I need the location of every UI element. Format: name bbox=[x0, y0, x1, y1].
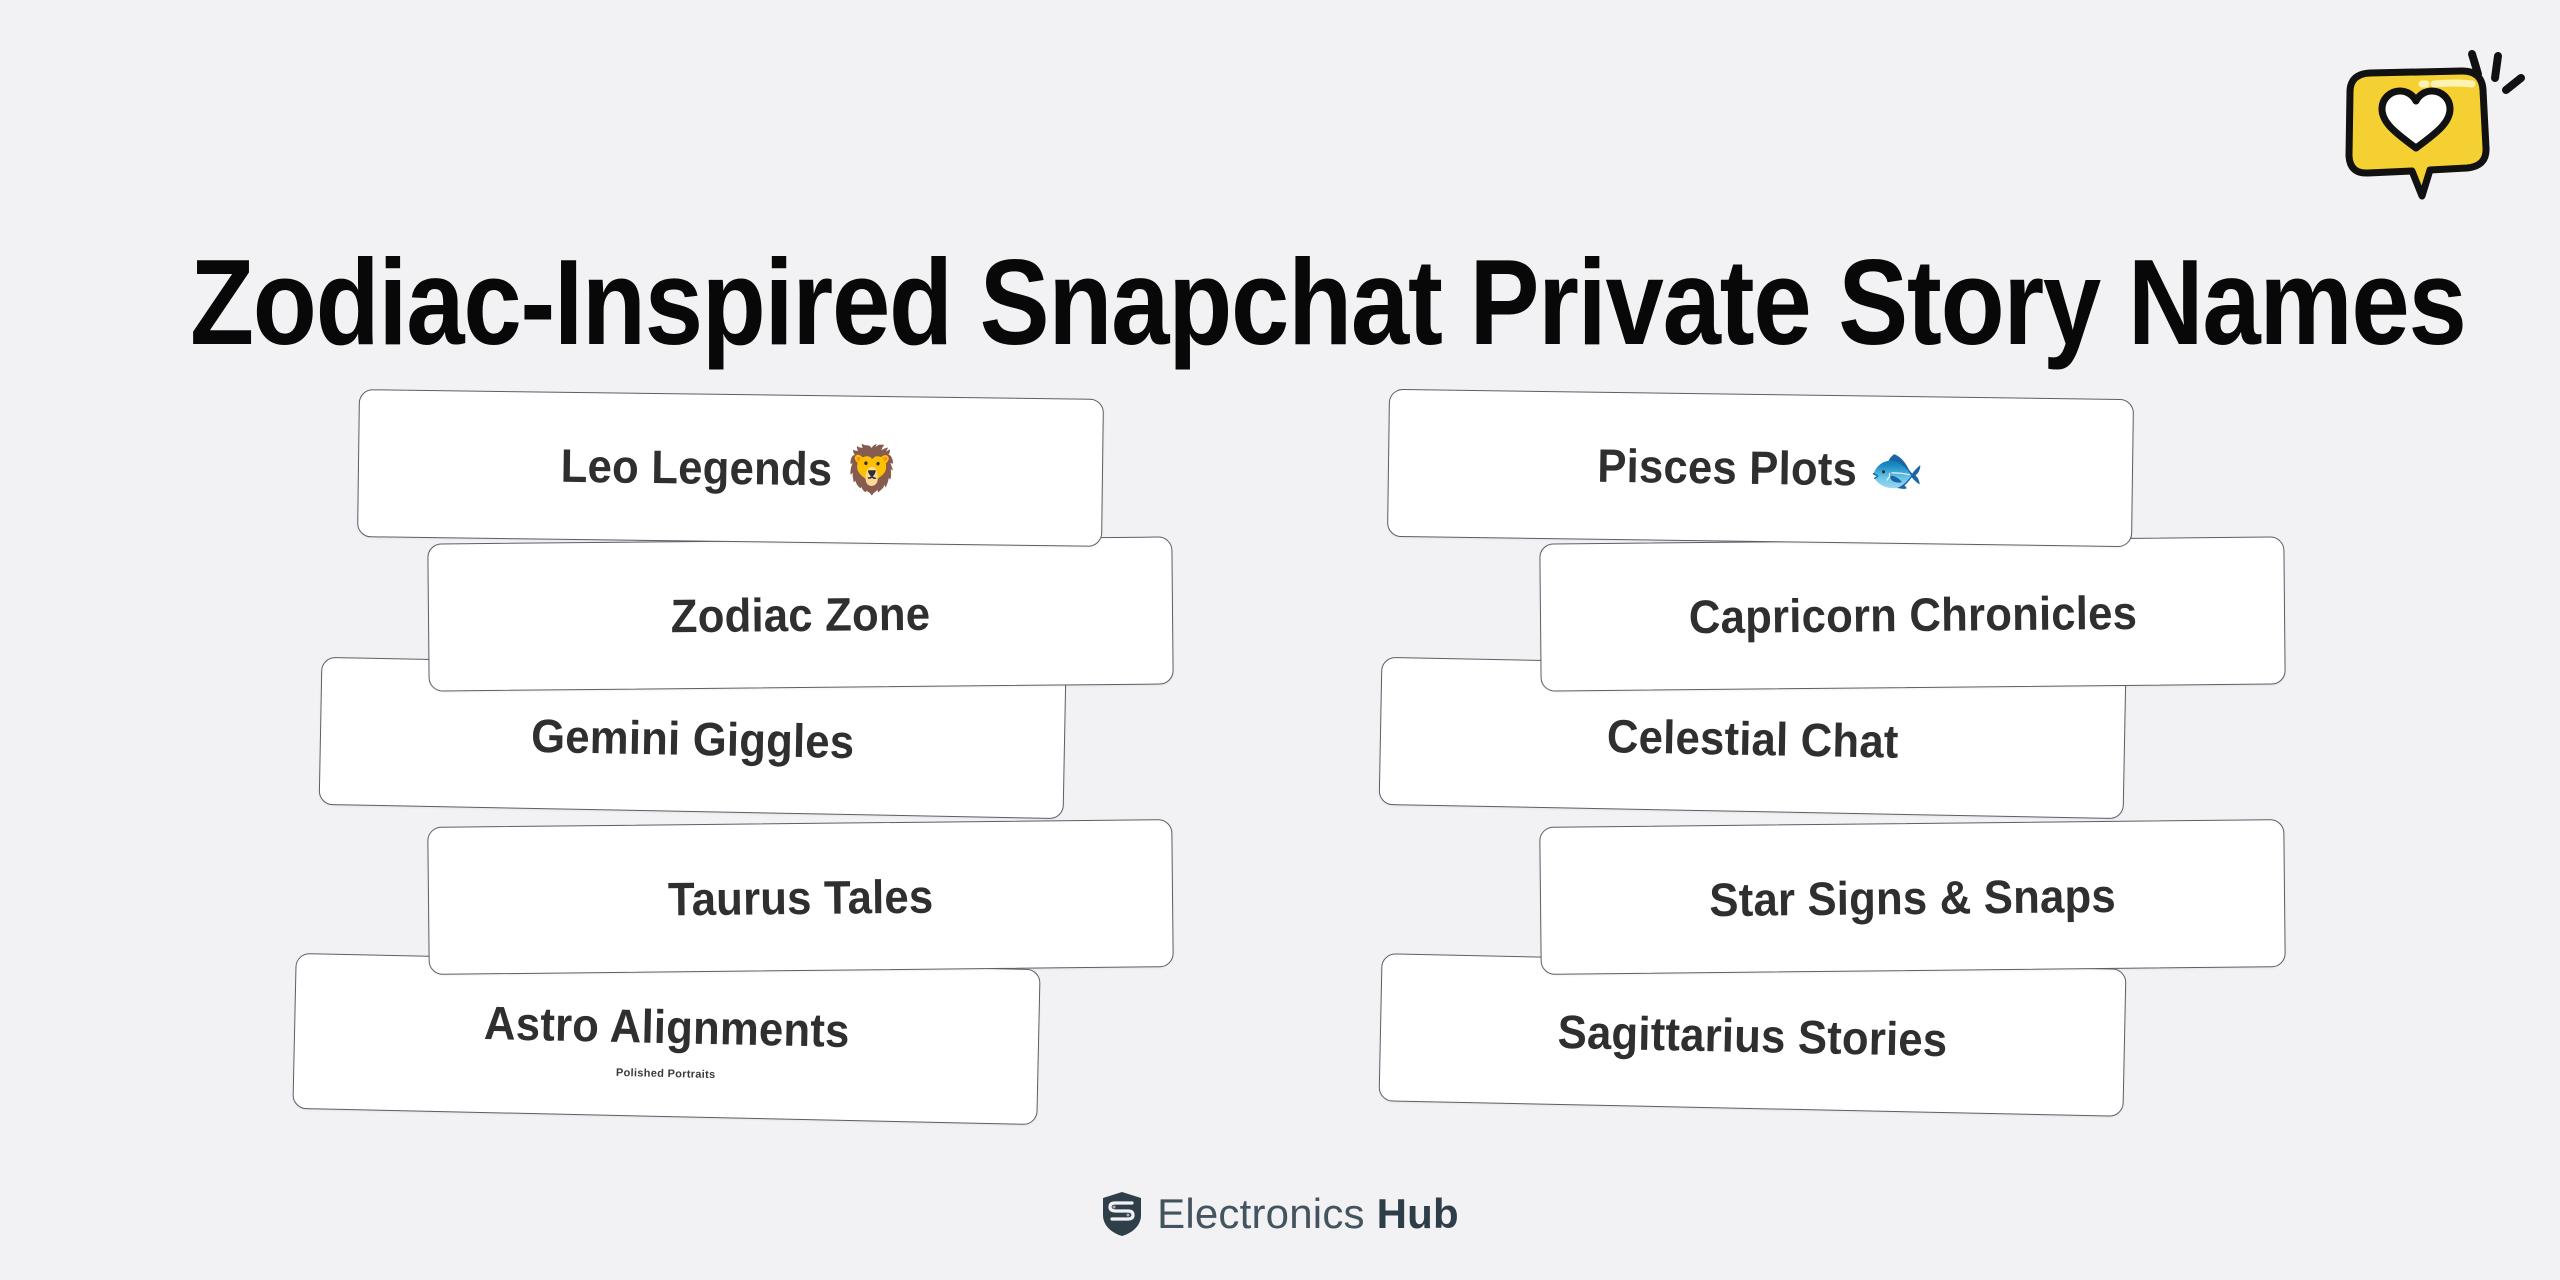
card-columns: Leo Legends 🦁 Zodiac Zone Gemini Giggles… bbox=[0, 380, 2560, 1126]
brand-name-light: Electronics bbox=[1157, 1190, 1365, 1237]
story-name-label: Pisces Plots 🐟 bbox=[1596, 438, 1925, 497]
story-name-label: Gemini Giggles bbox=[530, 708, 855, 768]
story-name-card[interactable]: Leo Legends 🦁 bbox=[357, 389, 1104, 547]
story-name-sublabel: Polished Portraits bbox=[615, 1066, 716, 1081]
shield-logo-icon bbox=[1101, 1191, 1143, 1237]
story-name-label: Sagittarius Stories bbox=[1557, 1004, 1948, 1066]
story-name-card[interactable]: Sagittarius Stories bbox=[1378, 953, 2127, 1117]
card-column-left: Leo Legends 🦁 Zodiac Zone Gemini Giggles… bbox=[280, 380, 1340, 1126]
story-name-label: Star Signs & Snaps bbox=[1708, 868, 2117, 926]
story-name-label: Capricorn Chronicles bbox=[1688, 585, 2137, 643]
story-name-card[interactable]: Star Signs & Snaps bbox=[1539, 819, 2286, 975]
story-name-label: Astro Alignments bbox=[483, 995, 851, 1057]
page-title: Zodiac-Inspired Snapchat Private Story N… bbox=[190, 233, 2467, 370]
brand-name-bold: Hub bbox=[1376, 1190, 1459, 1237]
heart-speech-bubble-icon bbox=[2330, 30, 2530, 210]
story-name-card[interactable]: Taurus Tales bbox=[427, 819, 1174, 975]
story-name-card[interactable]: Zodiac Zone bbox=[427, 536, 1174, 692]
story-name-label: Leo Legends 🦁 bbox=[560, 438, 901, 497]
brand-wordmark: Electronics Hub bbox=[1157, 1190, 1459, 1238]
story-name-card[interactable]: Astro Alignments Polished Portraits bbox=[292, 952, 1041, 1126]
footer-brand: Electronics Hub bbox=[0, 1190, 2560, 1238]
card-column-right: Pisces Plots 🐟 Capricorn Chronicles Cele… bbox=[1378, 380, 2440, 1120]
story-name-label: Zodiac Zone bbox=[670, 586, 931, 642]
story-name-label: Celestial Chat bbox=[1606, 708, 1899, 768]
story-name-card[interactable]: Capricorn Chronicles bbox=[1539, 536, 2286, 692]
story-name-label: Taurus Tales bbox=[667, 869, 934, 925]
story-name-card[interactable]: Pisces Plots 🐟 bbox=[1387, 388, 2134, 548]
